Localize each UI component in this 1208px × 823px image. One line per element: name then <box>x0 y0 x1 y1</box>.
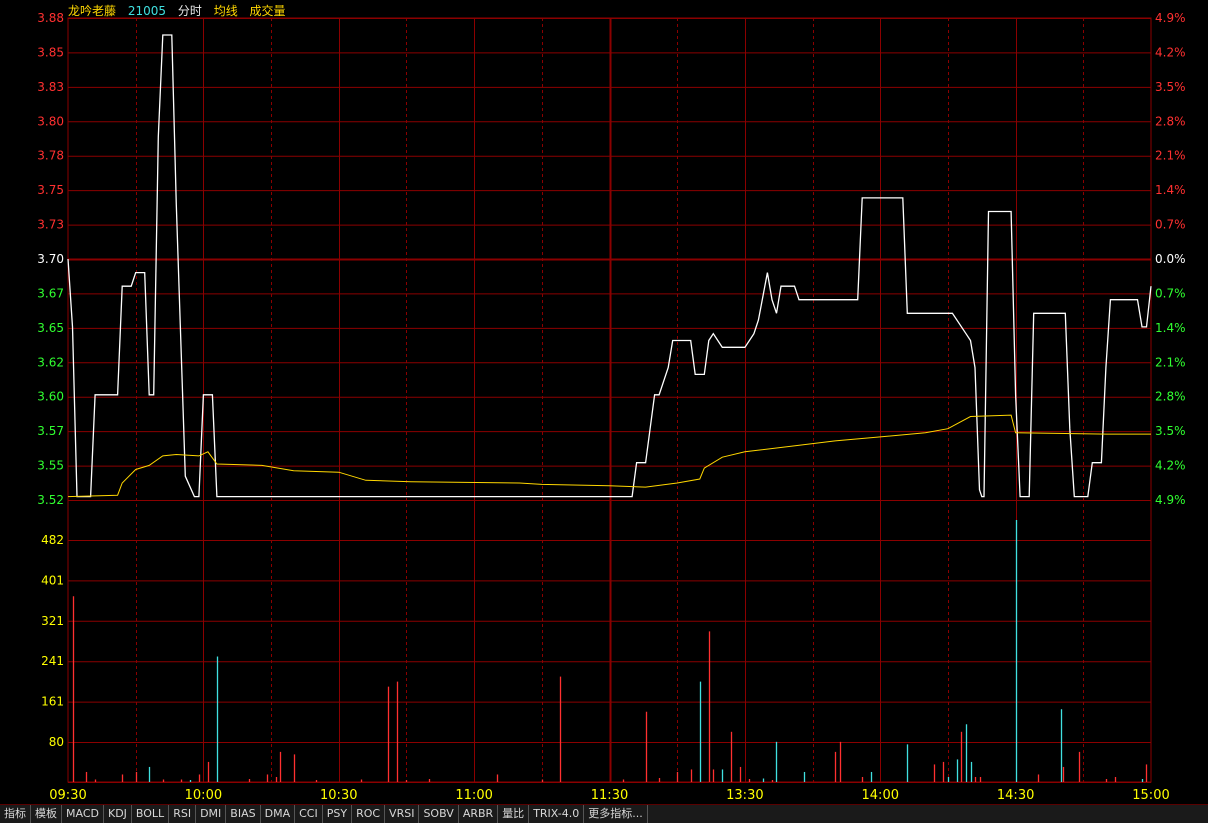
volume-tick-label: 161 <box>41 695 64 709</box>
price-tick-label: 3.62 <box>37 355 64 369</box>
tab-8[interactable]: DMA <box>261 805 296 823</box>
tab-17[interactable]: 更多指标... <box>584 805 648 823</box>
percent-tick-label: 2.1% <box>1155 149 1186 163</box>
percent-tick-label: 0.7% <box>1155 218 1186 232</box>
tab-7[interactable]: BIAS <box>226 805 261 823</box>
percent-tick-label: 4.9% <box>1155 493 1186 507</box>
chart-header: 龙吟老藤 21005 分时 均线 成交量 <box>68 2 294 19</box>
percent-axis: 4.9% 4.2% 3.5% 2.8% 2.1% 1.4% 0.7% 0.0% 0.7% 1.4%… <box>1155 11 1186 507</box>
tab-0[interactable]: 指标 <box>0 805 31 823</box>
tab-6[interactable]: DMI <box>196 805 227 823</box>
percent-tick-label: 2.8% <box>1155 114 1186 128</box>
time-label: 13:30 <box>726 788 763 803</box>
price-tick-label: 3.88 <box>37 11 64 25</box>
tab-10[interactable]: PSY <box>323 805 353 823</box>
tab-11[interactable]: ROC <box>352 805 386 823</box>
price-tick-label: 3.67 <box>37 286 64 300</box>
tab-16[interactable]: TRIX-4.0 <box>529 805 585 823</box>
price-tick-label: 3.57 <box>37 424 64 438</box>
percent-tick-label: 2.8% <box>1155 390 1186 404</box>
time-label: 14:00 <box>862 788 899 803</box>
tab-3[interactable]: KDJ <box>104 805 132 823</box>
time-label: 15:00 <box>1132 788 1169 803</box>
price-axis: 3.88 3.85 3.83 3.80 3.78 3.75 3.73 3.70 3.67 3.65… <box>37 11 64 507</box>
time-axis: 09:30 10:00 10:30 11:00 11:30 13:30 14:00 14:30… <box>49 788 1169 803</box>
price-tick-label: 3.80 <box>37 114 64 128</box>
percent-tick-label: 3.5% <box>1155 80 1186 94</box>
percent-tick-label: 3.5% <box>1155 424 1186 438</box>
price-tick-label: 3.78 <box>37 149 64 163</box>
price-tick-label: 3.55 <box>37 459 64 473</box>
volume-tick-label: 321 <box>41 614 64 628</box>
volume-tick-label: 241 <box>41 654 64 668</box>
volume-label: 成交量 <box>249 4 286 18</box>
chart-canvas: 3.88 3.85 3.83 3.80 3.78 3.75 3.73 3.70 3.67 3.65… <box>37 11 1186 803</box>
time-label: 14:30 <box>997 788 1034 803</box>
percent-tick-label: 0.0% <box>1155 252 1186 266</box>
time-label: 11:30 <box>591 788 628 803</box>
price-tick-label: 3.65 <box>37 321 64 335</box>
percent-tick-label: 2.1% <box>1155 355 1186 369</box>
price-tick-label: 3.60 <box>37 390 64 404</box>
indicator-tab-bar: 指标 模板 MACD KDJ BOLL RSI DMI BIAS DMA CCI PSY ROC VRS… <box>0 804 1208 823</box>
percent-tick-label: 4.2% <box>1155 45 1186 59</box>
grid <box>67 17 1152 783</box>
tab-15[interactable]: 量比 <box>498 805 530 823</box>
percent-tick-label: 4.2% <box>1155 459 1186 473</box>
price-tick-label: 3.73 <box>37 218 64 232</box>
tab-13[interactable]: SOBV <box>419 805 459 823</box>
price-tick-label: 3.70 <box>37 252 64 266</box>
fenshi-label: 分时 <box>177 4 202 18</box>
percent-tick-label: 1.4% <box>1155 183 1186 197</box>
price-tick-label: 3.83 <box>37 80 64 94</box>
volume-tick-label: 401 <box>41 573 64 587</box>
volume-tick-label: 482 <box>41 533 64 547</box>
percent-tick-label: 0.7% <box>1155 286 1186 300</box>
tab-2[interactable]: MACD <box>62 805 104 823</box>
volume-axis: 482 401 321 241 161 80 <box>41 533 64 749</box>
time-label: 10:30 <box>320 788 357 803</box>
stock-name: 龙吟老藤 <box>68 4 117 18</box>
tab-5[interactable]: RSI <box>169 805 197 823</box>
stock-code: 21005 <box>127 4 167 18</box>
price-tick-label: 3.52 <box>37 493 64 507</box>
time-label: 11:00 <box>455 788 492 803</box>
time-label: 10:00 <box>185 788 222 803</box>
percent-tick-label: 4.9% <box>1155 11 1186 25</box>
time-label: 09:30 <box>49 788 86 803</box>
price-tick-label: 3.75 <box>37 183 64 197</box>
tab-9[interactable]: CCI <box>295 805 323 823</box>
avg-line-label: 均线 <box>213 4 238 18</box>
tab-12[interactable]: VRSI <box>385 805 420 823</box>
tab-14[interactable]: ARBR <box>459 805 499 823</box>
tab-4[interactable]: BOLL <box>132 805 170 823</box>
volume-tick-label: 80 <box>49 735 64 749</box>
percent-tick-label: 1.4% <box>1155 321 1186 335</box>
price-tick-label: 3.85 <box>37 45 64 59</box>
tab-1[interactable]: 模板 <box>31 805 62 823</box>
